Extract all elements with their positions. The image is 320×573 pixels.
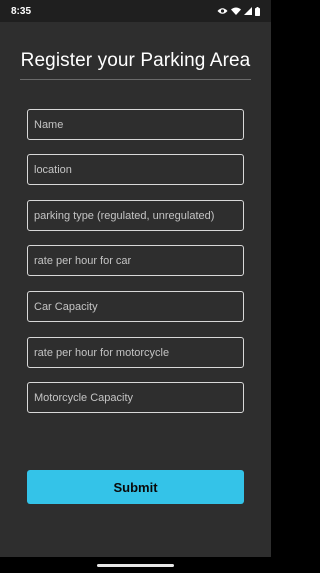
wifi-icon bbox=[231, 7, 241, 15]
status-icons bbox=[217, 6, 260, 16]
page-title: Register your Parking Area bbox=[20, 50, 251, 71]
car-rate-field[interactable] bbox=[27, 245, 244, 276]
submit-button[interactable]: Submit bbox=[27, 470, 244, 504]
name-field[interactable] bbox=[27, 109, 244, 140]
location-field[interactable] bbox=[27, 154, 244, 185]
signal-icon bbox=[244, 7, 252, 15]
status-time: 8:35 bbox=[11, 5, 32, 17]
home-gesture-handle[interactable] bbox=[97, 564, 174, 567]
app-screen: 8:35 Register your Parking Area Name loc… bbox=[0, 0, 271, 573]
motorcycle-capacity-field[interactable] bbox=[27, 382, 244, 413]
motorcycle-rate-field[interactable] bbox=[27, 337, 244, 368]
status-bar: 8:35 bbox=[0, 0, 271, 22]
parking-type-field[interactable] bbox=[27, 200, 244, 231]
car-capacity-field[interactable] bbox=[27, 291, 244, 322]
eye-icon bbox=[217, 7, 228, 15]
title-divider bbox=[20, 79, 251, 80]
battery-icon bbox=[255, 6, 260, 16]
navigation-bar bbox=[0, 557, 271, 573]
